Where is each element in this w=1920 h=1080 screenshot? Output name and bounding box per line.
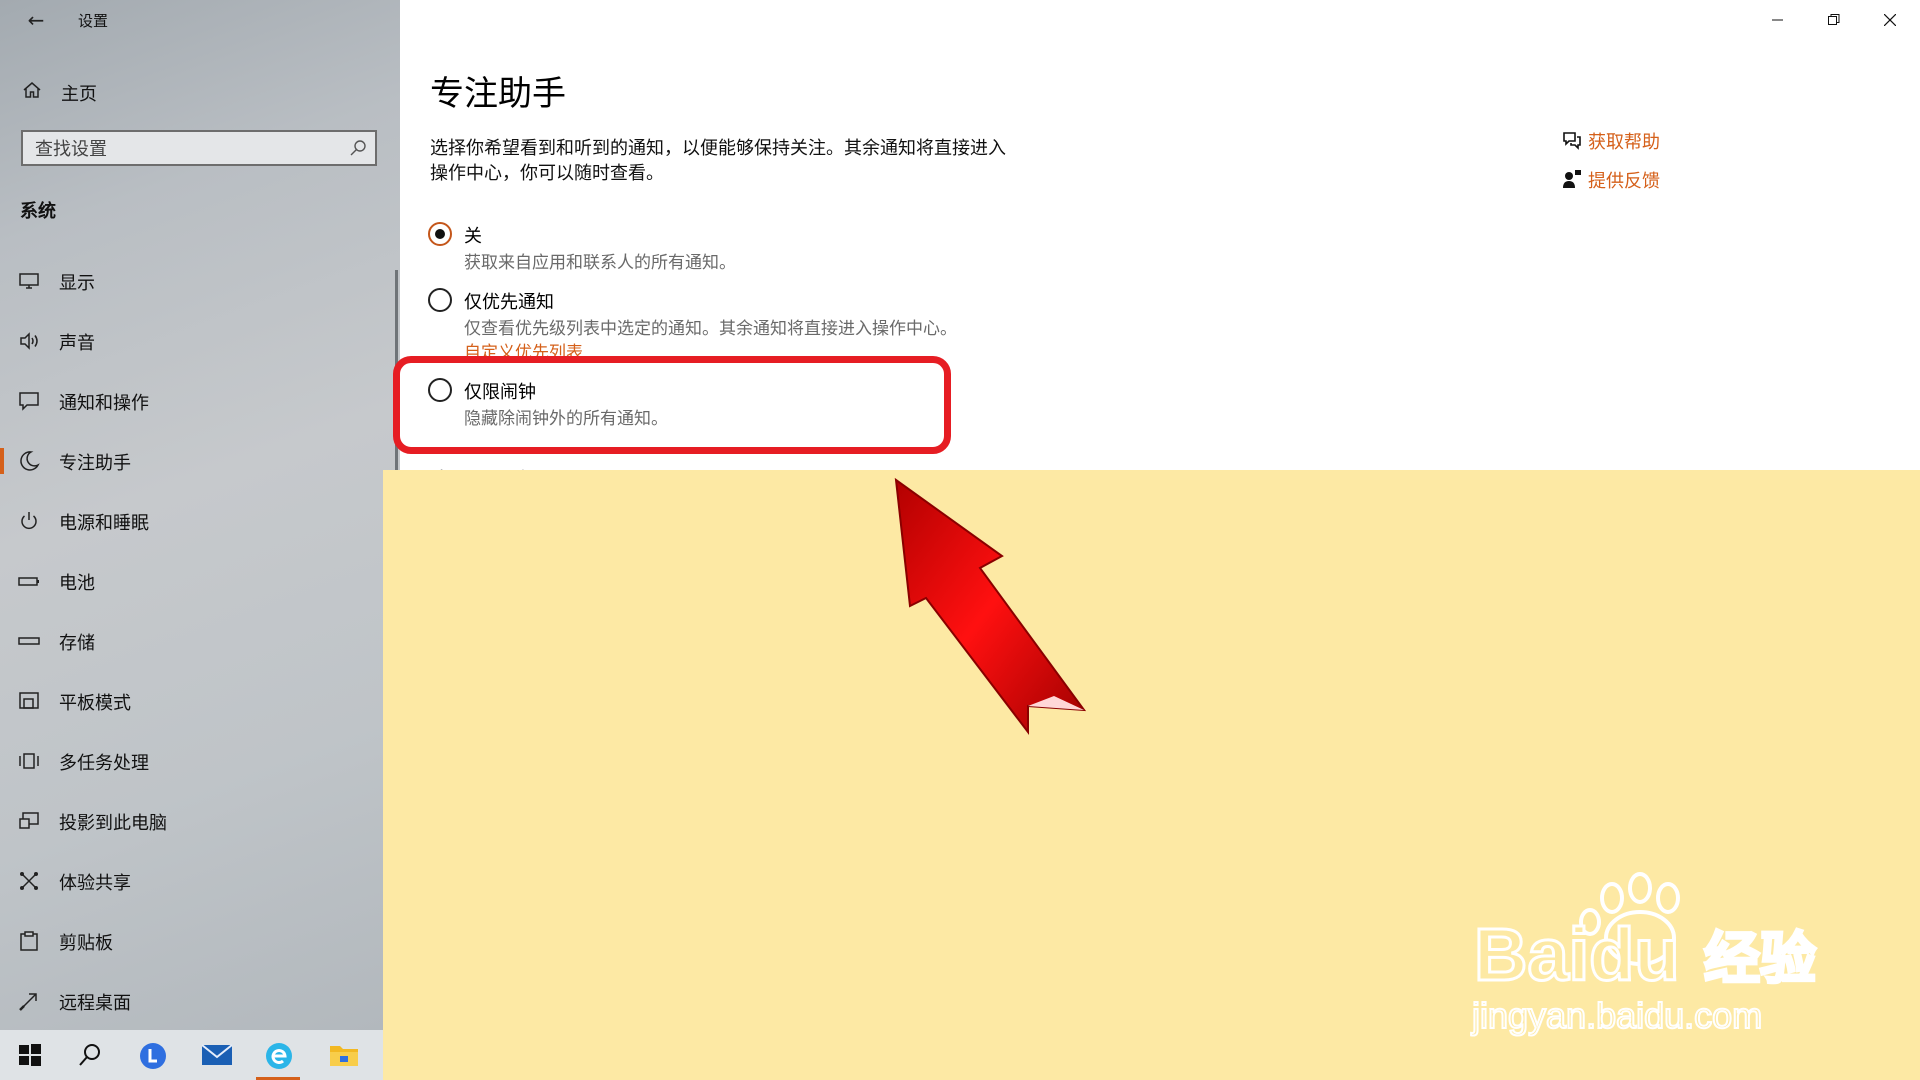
radio-button-off[interactable] [428, 222, 452, 246]
clipboard-icon [20, 931, 38, 951]
taskbar-app-l[interactable] [122, 1030, 182, 1080]
sidebar-item-notifications[interactable]: 通知和操作 [0, 378, 390, 424]
sidebar-item-storage[interactable]: 存储 [0, 618, 390, 664]
app-title: 设置 [78, 12, 109, 30]
sidebar-item-label: 远程桌面 [59, 993, 131, 1014]
minimize-button[interactable] [1750, 0, 1806, 40]
home-icon [23, 82, 41, 98]
taskbar-browser[interactable] [248, 1030, 308, 1080]
sidebar-item-label: 显示 [59, 273, 95, 294]
app-l-icon [140, 1043, 166, 1069]
sidebar-item-tablet-mode[interactable]: 平板模式 [0, 678, 390, 724]
sidebar-item-shared-experiences[interactable]: 体验共享 [0, 858, 390, 904]
start-button[interactable] [0, 1030, 60, 1080]
sidebar-item-label: 剪贴板 [59, 933, 113, 954]
search-box[interactable] [21, 130, 377, 166]
back-arrow-icon: ← [27, 8, 45, 32]
file-explorer-icon [330, 1046, 358, 1066]
close-icon [1884, 14, 1896, 26]
red-arrow-annotation [894, 477, 1087, 735]
option-label: 关 [464, 226, 482, 247]
sidebar-item-home[interactable]: 主页 [0, 72, 380, 112]
share-icon [20, 872, 38, 890]
multitask-icon [19, 753, 39, 769]
back-button[interactable]: ← [16, 6, 56, 34]
watermark-suffix: 经验 [1704, 927, 1816, 992]
search-icon [350, 140, 366, 156]
search-input[interactable] [33, 136, 337, 162]
sidebar-item-multitasking[interactable]: 多任务处理 [0, 738, 390, 784]
taskbar [0, 1030, 384, 1080]
sidebar-item-focus-assist[interactable]: 专注助手 [0, 438, 390, 484]
option-description: 获取来自应用和联系人的所有通知。 [464, 253, 736, 273]
radio-button-priority-only[interactable] [428, 288, 452, 312]
sidebar-item-label: 多任务处理 [59, 753, 149, 774]
notification-icon [19, 392, 39, 411]
restore-button[interactable] [1806, 0, 1862, 40]
taskbar-mail[interactable] [184, 1030, 244, 1080]
search-icon [79, 1044, 100, 1066]
baidu-watermark: Baidu 经验 jingyan.baidu.com [1470, 872, 1818, 1037]
watermark-url: jingyan.baidu.com [1471, 995, 1762, 1036]
close-button[interactable] [1862, 0, 1918, 40]
taskbar-file-explorer[interactable] [312, 1030, 372, 1080]
section-title: 系统 [20, 201, 56, 222]
watermark-brand: Baidu [1474, 913, 1680, 996]
sidebar-item-label: 声音 [59, 333, 95, 354]
moon-icon [20, 451, 40, 471]
battery-icon [18, 577, 39, 586]
monitor-icon [19, 273, 39, 289]
speaker-icon [20, 332, 38, 350]
sidebar-home-label: 主页 [61, 84, 97, 105]
sidebar-item-power[interactable]: 电源和睡眠 [0, 498, 390, 544]
page-description: 选择你希望看到和听到的通知，以便能够保持关注。其余通知将直接进入操作中心，你可以… [430, 138, 1006, 184]
sidebar-item-label: 体验共享 [59, 873, 131, 894]
sidebar-item-project[interactable]: 投影到此电脑 [0, 798, 390, 844]
option-description: 仅查看优先级列表中选定的通知。其余通知将直接进入操作中心。 [464, 319, 957, 339]
highlight-annotation [393, 356, 951, 454]
help-chat-icon [1563, 132, 1581, 150]
sidebar-item-sound[interactable]: 声音 [0, 318, 390, 364]
sidebar-item-label: 电池 [59, 573, 95, 594]
browser-icon [266, 1043, 292, 1069]
sidebar-item-label: 存储 [59, 633, 95, 654]
sidebar-item-clipboard[interactable]: 剪贴板 [0, 918, 390, 964]
power-icon [21, 512, 37, 530]
feedback-label: 提供反馈 [1588, 171, 1660, 192]
start-icon [19, 1044, 41, 1066]
project-icon [19, 812, 39, 829]
remote-desktop-icon [19, 993, 37, 1011]
get-help-label: 获取帮助 [1588, 132, 1660, 153]
sidebar-item-label: 投影到此电脑 [59, 813, 167, 834]
sidebar-item-label: 通知和操作 [59, 393, 149, 414]
minimize-icon [1772, 19, 1783, 21]
storage-icon [18, 637, 40, 645]
page-title: 专注助手 [430, 74, 566, 114]
tablet-icon [19, 692, 39, 709]
sidebar-item-battery[interactable]: 电池 [0, 558, 390, 604]
restore-icon [1828, 14, 1840, 25]
option-label: 仅优先通知 [464, 292, 554, 313]
sidebar-item-label: 平板模式 [59, 693, 131, 714]
sidebar-item-label: 电源和睡眠 [59, 513, 149, 534]
taskbar-search-button[interactable] [60, 1030, 120, 1080]
sidebar-item-display[interactable]: 显示 [0, 258, 390, 304]
sidebar: ← 设置 主页 系统 显示 声音 通知和操作 [0, 0, 400, 1080]
feedback-icon [1563, 170, 1581, 188]
sidebar-item-label: 专注助手 [59, 453, 131, 474]
active-indicator [0, 448, 4, 474]
mail-icon [202, 1044, 232, 1065]
sidebar-item-remote-desktop[interactable]: 远程桌面 [0, 978, 390, 1024]
